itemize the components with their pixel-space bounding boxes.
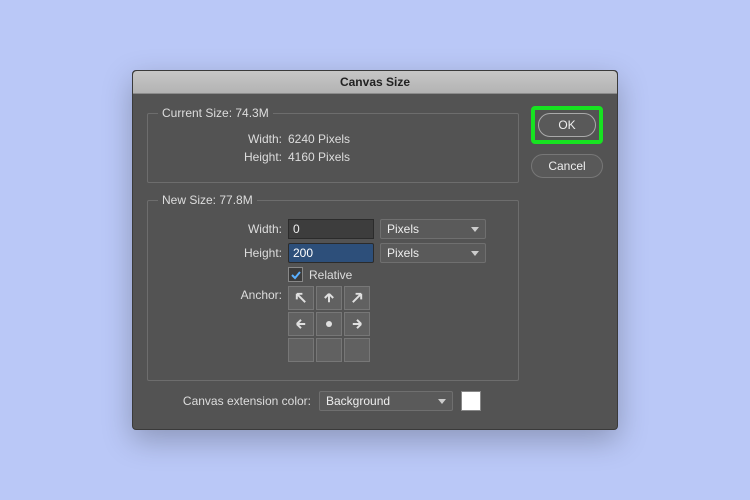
current-height-label: Height:: [158, 150, 282, 164]
relative-checkbox[interactable]: [288, 267, 303, 282]
anchor-n[interactable]: [316, 286, 342, 310]
anchor-nw[interactable]: [288, 286, 314, 310]
cancel-button[interactable]: Cancel: [531, 154, 603, 178]
anchor-center[interactable]: [316, 312, 342, 336]
new-height-input[interactable]: [288, 243, 374, 263]
anchor-sw[interactable]: [288, 338, 314, 362]
new-size-group: New Size: 77.8M Width: Pixels Height: Pi…: [147, 193, 519, 381]
anchor-s[interactable]: [316, 338, 342, 362]
new-size-legend: New Size: 77.8M: [158, 193, 257, 207]
new-width-input[interactable]: [288, 219, 374, 239]
anchor-se[interactable]: [344, 338, 370, 362]
anchor-ne[interactable]: [344, 286, 370, 310]
anchor-label: Anchor:: [158, 286, 282, 302]
current-size-group: Current Size: 74.3M Width: 6240 Pixels H…: [147, 106, 519, 183]
current-width-label: Width:: [158, 132, 282, 146]
canvas-size-dialog: Canvas Size Current Size: 74.3M Width: 6…: [132, 70, 618, 430]
ok-highlight: OK: [531, 106, 603, 144]
anchor-e[interactable]: [344, 312, 370, 336]
new-height-unit-select[interactable]: Pixels: [380, 243, 486, 263]
current-height-value: 4160 Pixels: [288, 150, 368, 164]
dot-icon: [326, 321, 332, 327]
dialog-title: Canvas Size: [133, 71, 617, 94]
anchor-w[interactable]: [288, 312, 314, 336]
new-width-label: Width:: [158, 222, 282, 236]
relative-label: Relative: [309, 268, 352, 282]
anchor-grid: [288, 286, 370, 362]
current-width-value: 6240 Pixels: [288, 132, 368, 146]
new-height-label: Height:: [158, 246, 282, 260]
ok-button[interactable]: OK: [538, 113, 596, 137]
extension-color-select[interactable]: Background: [319, 391, 453, 411]
extension-color-swatch[interactable]: [461, 391, 481, 411]
new-width-unit-select[interactable]: Pixels: [380, 219, 486, 239]
current-size-legend: Current Size: 74.3M: [158, 106, 273, 120]
extension-color-label: Canvas extension color:: [147, 394, 311, 408]
